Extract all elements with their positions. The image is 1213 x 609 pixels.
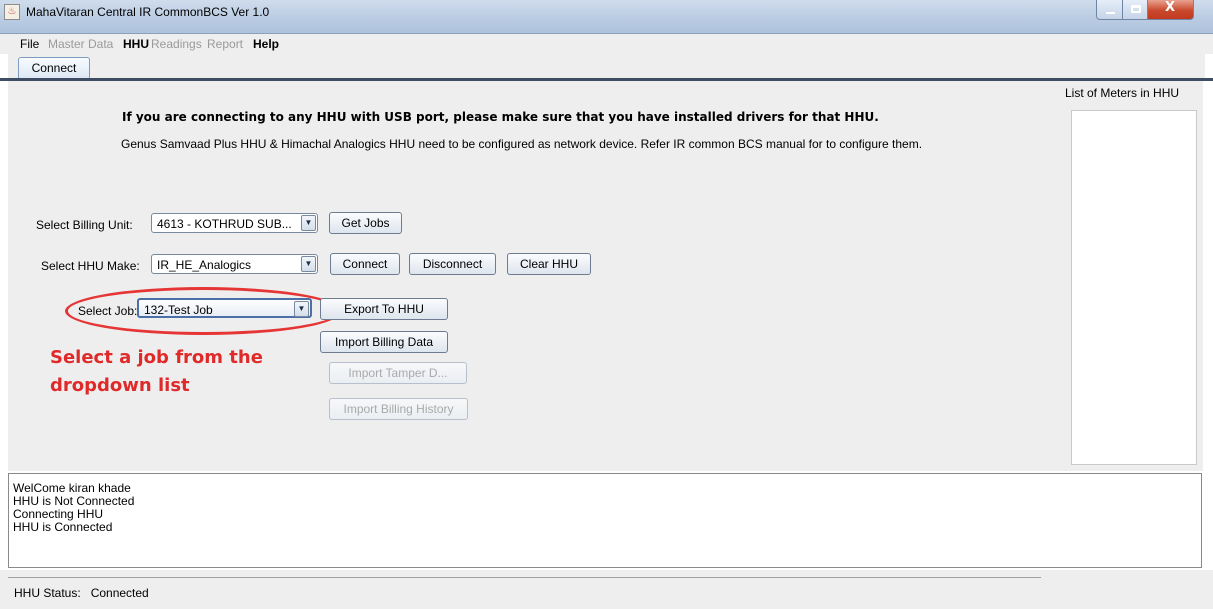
close-button[interactable]: X — [1147, 0, 1194, 20]
connect-button[interactable]: Connect — [330, 253, 400, 275]
log-line: HHU is Connected — [13, 520, 113, 534]
tab-connect[interactable]: Connect — [18, 57, 90, 80]
meters-list-title: List of Meters in HHU — [1065, 86, 1180, 100]
import-billing-data-button[interactable]: Import Billing Data — [320, 331, 448, 353]
chevron-down-icon: ▼ — [301, 256, 316, 272]
get-jobs-button[interactable]: Get Jobs — [329, 212, 402, 234]
menu-bar: File Master Data HHU Readings Report Hel… — [0, 34, 1213, 54]
billing-unit-select[interactable]: 4613 - KOTHRUD SUB... ▼ — [151, 213, 318, 233]
hhu-status-text: HHU Status: Connected — [14, 586, 149, 600]
close-icon: X — [1165, 0, 1176, 15]
menu-help[interactable]: Help — [253, 37, 279, 51]
maximize-button[interactable] — [1122, 0, 1148, 20]
export-to-hhu-button[interactable]: Export To HHU — [320, 298, 448, 320]
billing-unit-label: Select Billing Unit: — [36, 218, 133, 232]
menu-file[interactable]: File — [20, 37, 39, 51]
import-tamper-data-button[interactable]: Import Tamper D... — [329, 362, 467, 384]
chevron-down-icon: ▼ — [294, 301, 309, 317]
menu-readings[interactable]: Readings — [151, 37, 202, 51]
billing-unit-value: 4613 - KOTHRUD SUB... — [157, 217, 292, 231]
menu-master-data[interactable]: Master Data — [48, 37, 113, 51]
hhu-make-value: IR_HE_Analogics — [157, 258, 252, 272]
title-bar: ♨ MahaVitaran Central IR CommonBCS Ver 1… — [0, 0, 1213, 34]
hhu-make-label: Select HHU Make: — [41, 259, 140, 273]
status-bar: HHU Status: Connected — [0, 570, 1213, 609]
log-area[interactable]: WelCome kiran khade HHU is Not Connected… — [8, 473, 1202, 568]
usb-driver-notice: If you are connecting to any HHU with US… — [122, 110, 879, 124]
job-value: 132-Test Job — [144, 303, 213, 317]
job-select[interactable]: 132-Test Job ▼ — [137, 298, 312, 318]
status-divider — [8, 577, 1041, 578]
menu-hhu[interactable]: HHU — [123, 37, 149, 51]
meters-list[interactable] — [1071, 110, 1197, 465]
connect-panel: If you are connecting to any HHU with US… — [8, 81, 1203, 471]
annotation-text: Select a job from the dropdown list — [50, 347, 263, 396]
window-title: MahaVitaran Central IR CommonBCS Ver 1.0 — [26, 5, 270, 19]
hhu-make-select[interactable]: IR_HE_Analogics ▼ — [151, 254, 318, 274]
import-billing-history-button[interactable]: Import Billing History — [329, 398, 468, 420]
network-device-notice: Genus Samvaad Plus HHU & Himachal Analog… — [121, 137, 923, 151]
menu-report[interactable]: Report — [207, 37, 243, 51]
minimize-icon — [1106, 12, 1115, 14]
minimize-button[interactable] — [1096, 0, 1123, 20]
job-label: Select Job: — [78, 304, 138, 318]
disconnect-button[interactable]: Disconnect — [409, 253, 496, 275]
chevron-down-icon: ▼ — [301, 215, 316, 231]
java-app-icon: ♨ — [4, 4, 20, 20]
clear-hhu-button[interactable]: Clear HHU — [507, 253, 591, 275]
maximize-icon — [1131, 5, 1141, 13]
log-lines: WelCome kiran khade HHU is Not Connected… — [13, 482, 134, 534]
tab-strip: Connect — [8, 54, 1205, 80]
